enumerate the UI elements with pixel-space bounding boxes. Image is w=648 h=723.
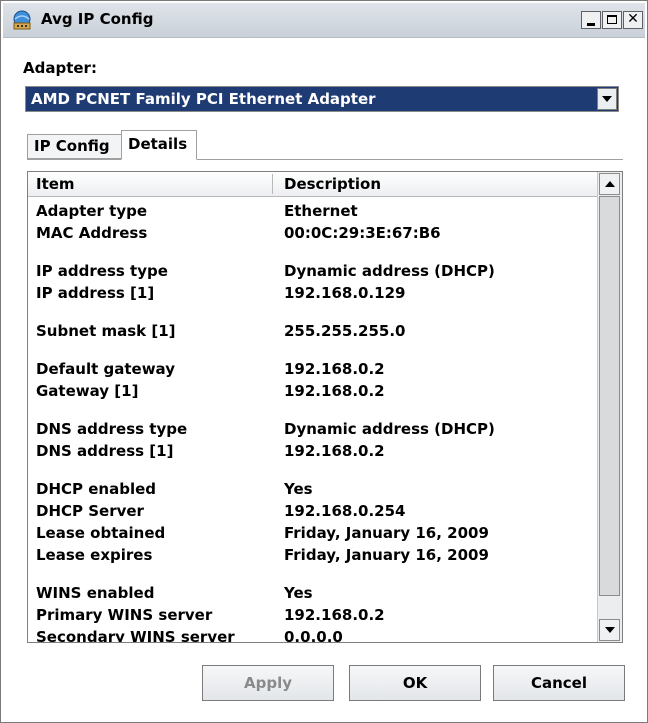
row-description-cell: Yes — [284, 584, 313, 602]
adapter-select[interactable]: AMD PCNET Family PCI Ethernet Adapter — [25, 86, 619, 112]
table-row[interactable]: MAC Address 00:0C:29:3E:67:B6 — [28, 224, 598, 246]
tab-details[interactable]: Details — [121, 130, 197, 160]
title-bar[interactable]: Avg IP Config ✕ — [3, 3, 645, 38]
row-item-cell: MAC Address — [36, 224, 148, 242]
arrow-up-icon — [605, 181, 615, 187]
row-description-cell: 192.168.0.2 — [284, 382, 385, 400]
row-item-cell: Default gateway — [36, 360, 175, 378]
row-description-cell: 192.168.0.2 — [284, 360, 385, 378]
column-header-item[interactable]: Item — [36, 175, 75, 193]
row-description-cell: Dynamic address (DHCP) — [284, 262, 495, 280]
row-description-cell: 00:0C:29:3E:67:B6 — [284, 224, 441, 242]
window-title: Avg IP Config — [41, 10, 154, 28]
tab-strip-line — [27, 159, 623, 160]
list-rows: Adapter type Ethernet MAC Address 00:0C:29:… — [28, 202, 598, 643]
row-description-cell: 192.168.0.2 — [284, 442, 385, 460]
tab-ip-config[interactable]: IP Config — [27, 134, 122, 159]
details-list[interactable]: Item Description Adapter type Ethernet MAC… — [27, 171, 623, 643]
minimize-button[interactable] — [581, 11, 601, 29]
row-item-cell: Lease obtained — [36, 524, 166, 542]
dialog-window: Avg IP Config ✕ Adapter: AMD PCNET Famil… — [0, 0, 648, 723]
row-item-cell: Lease expires — [36, 546, 153, 564]
row-description-cell: Dynamic address (DHCP) — [284, 420, 495, 438]
row-item-cell: Primary WINS server — [36, 606, 213, 624]
row-description-cell: 255.255.255.0 — [284, 322, 406, 340]
minimize-icon — [587, 23, 595, 26]
row-item-cell: Adapter type — [36, 202, 148, 220]
table-row[interactable] — [28, 568, 598, 584]
row-description-cell: Ethernet — [284, 202, 358, 220]
table-row[interactable]: Default gateway 192.168.0.2 — [28, 360, 598, 382]
scroll-down-button[interactable] — [599, 619, 620, 641]
adapter-dropdown-button[interactable] — [597, 88, 617, 110]
table-row[interactable]: Lease expires Friday, January 16, 2009 — [28, 546, 598, 568]
network-adapter-icon — [13, 10, 31, 30]
ok-button[interactable]: OK — [349, 665, 481, 701]
table-row[interactable]: Adapter type Ethernet — [28, 202, 598, 224]
table-row[interactable] — [28, 344, 598, 360]
row-description-cell: 192.168.0.129 — [284, 284, 406, 302]
table-row[interactable]: DNS address type Dynamic address (DHCP) — [28, 420, 598, 442]
row-item-cell: IP address type — [36, 262, 168, 280]
table-row[interactable] — [28, 246, 598, 262]
column-separator[interactable] — [272, 174, 273, 194]
scroll-up-button[interactable] — [599, 173, 620, 195]
table-row[interactable]: DNS address [1] 192.168.0.2 — [28, 442, 598, 464]
row-description-cell: 192.168.0.2 — [284, 606, 385, 624]
table-row[interactable] — [28, 306, 598, 322]
close-button[interactable]: ✕ — [623, 11, 643, 29]
row-item-cell: DNS address [1] — [36, 442, 174, 460]
table-row[interactable]: DHCP enabled Yes — [28, 480, 598, 502]
adapter-selected-value: AMD PCNET Family PCI Ethernet Adapter — [31, 90, 376, 108]
row-description-cell: Friday, January 16, 2009 — [284, 546, 489, 564]
row-item-cell: Subnet mask [1] — [36, 322, 176, 340]
row-item-cell: DHCP Server — [36, 502, 144, 520]
arrow-down-icon — [605, 627, 615, 633]
table-row[interactable]: Gateway [1] 192.168.0.2 — [28, 382, 598, 404]
table-row[interactable]: IP address type Dynamic address (DHCP) — [28, 262, 598, 284]
row-description-cell: Friday, January 16, 2009 — [284, 524, 489, 542]
table-row[interactable]: DHCP Server 192.168.0.254 — [28, 502, 598, 524]
cancel-button[interactable]: Cancel — [493, 665, 625, 701]
table-row[interactable]: IP address [1] 192.168.0.129 — [28, 284, 598, 306]
row-description-cell: 0.0.0.0 — [284, 628, 343, 643]
maximize-icon — [607, 15, 617, 24]
chevron-down-icon — [602, 96, 612, 102]
list-header: Item Description — [28, 172, 598, 197]
table-row[interactable]: Subnet mask [1] 255.255.255.0 — [28, 322, 598, 344]
row-description-cell: Yes — [284, 480, 313, 498]
table-row[interactable]: Lease obtained Friday, January 16, 2009 — [28, 524, 598, 546]
table-row[interactable]: WINS enabled Yes — [28, 584, 598, 606]
column-header-description[interactable]: Description — [284, 175, 381, 193]
table-row[interactable]: Secondary WINS server 0.0.0.0 — [28, 628, 598, 643]
row-item-cell: WINS enabled — [36, 584, 155, 602]
maximize-button[interactable] — [602, 11, 622, 29]
row-item-cell: Gateway [1] — [36, 382, 139, 400]
row-item-cell: Secondary WINS server — [36, 628, 235, 643]
table-row[interactable] — [28, 464, 598, 480]
apply-button[interactable]: Apply — [202, 665, 334, 701]
row-item-cell: DNS address type — [36, 420, 188, 438]
scroll-thumb[interactable] — [599, 196, 620, 596]
adapter-label: Adapter: — [23, 59, 97, 77]
row-item-cell: IP address [1] — [36, 284, 155, 302]
table-row[interactable]: Primary WINS server 192.168.0.2 — [28, 606, 598, 628]
row-item-cell: DHCP enabled — [36, 480, 156, 498]
close-icon: ✕ — [627, 11, 639, 27]
table-row[interactable] — [28, 404, 598, 420]
row-description-cell: 192.168.0.254 — [284, 502, 406, 520]
vertical-scrollbar[interactable] — [597, 172, 622, 642]
